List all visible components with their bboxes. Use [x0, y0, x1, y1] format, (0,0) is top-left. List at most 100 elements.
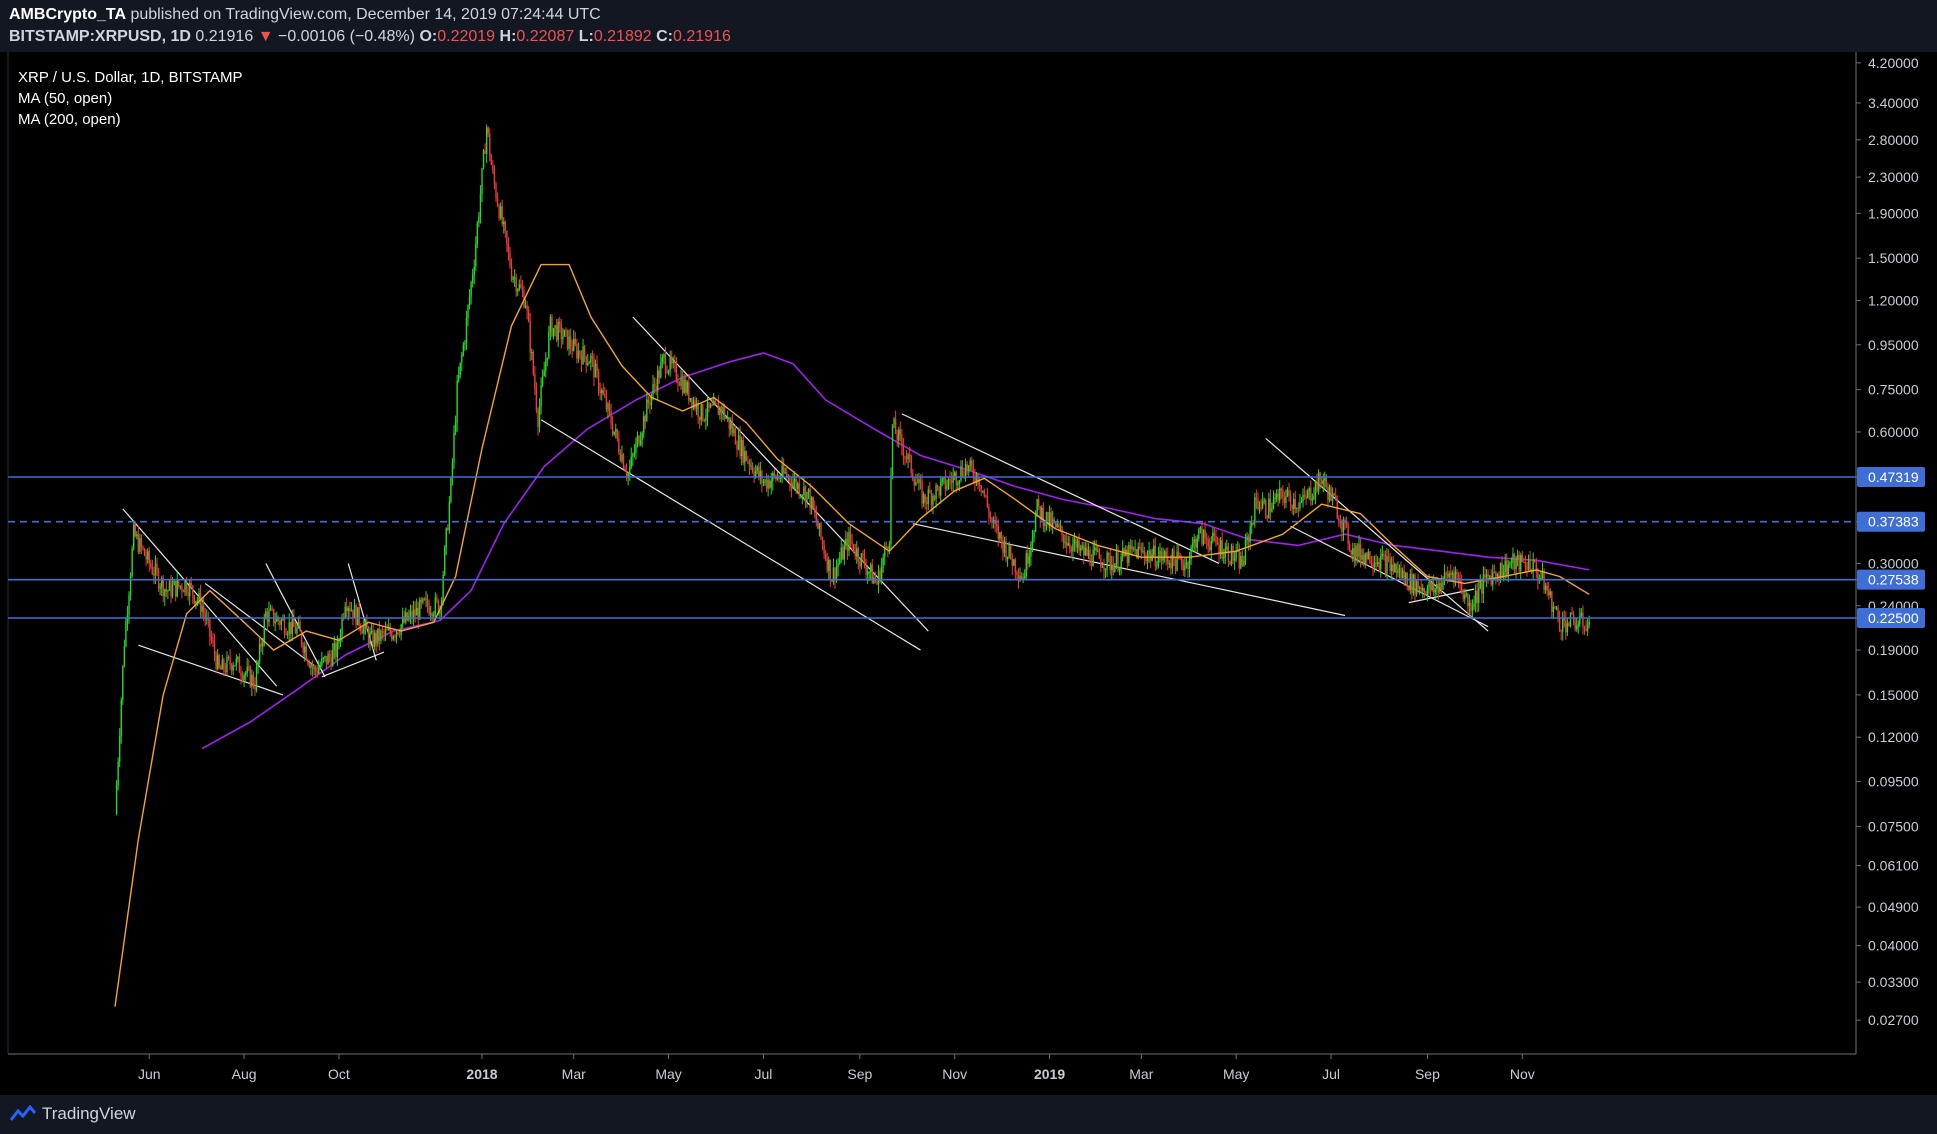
- legend-ma50[interactable]: MA (50, open): [18, 90, 112, 107]
- candle-body-663: [1146, 555, 1149, 562]
- candle-body-366: [685, 379, 687, 393]
- candle-body-413: [758, 466, 760, 477]
- candle-body-827: [1401, 570, 1404, 579]
- candle-body-350: [660, 362, 662, 378]
- candle-body-393: [726, 417, 729, 419]
- candle-body-101: [272, 608, 275, 624]
- candle-body-572: [1005, 541, 1007, 560]
- x-tick-label-8: Nov: [942, 1066, 967, 1082]
- candle-body-549: [969, 460, 971, 466]
- candle-body-708: [1216, 542, 1219, 545]
- candle-body-896: [1509, 563, 1511, 565]
- candle-body-845: [1429, 581, 1432, 591]
- candle-body-246: [498, 205, 500, 219]
- candle-body-922: [1549, 591, 1551, 596]
- candle-body-646: [1120, 556, 1122, 568]
- candle-body-320: [613, 431, 615, 435]
- candle-body-815: [1383, 553, 1385, 556]
- candle-body-888: [1496, 574, 1499, 577]
- price-chart[interactable]: 4.20000 3.40000 2.80000 2.30000 1.90000 1.500…: [0, 0, 1937, 1134]
- candle-body-120: [302, 644, 304, 653]
- candle-body-82: [243, 674, 245, 680]
- candle-body-933: [1566, 622, 1569, 633]
- candle-body-97: [266, 611, 269, 623]
- candle-body-652: [1129, 544, 1132, 550]
- x-tick-label-2: Oct: [328, 1066, 350, 1082]
- candle-body-464: [837, 563, 839, 567]
- candle-body-229: [471, 275, 474, 283]
- candle-body-470: [846, 538, 849, 552]
- candle-body-383: [711, 404, 713, 406]
- candle-body-493: [882, 556, 884, 566]
- tradingview-logo-icon[interactable]: [10, 1105, 36, 1123]
- candle-body-444: [806, 491, 808, 503]
- candle-body-341: [646, 399, 648, 422]
- candle-body-576: [1011, 558, 1013, 566]
- candle-body-639: [1109, 556, 1111, 571]
- candle-body-901: [1516, 555, 1519, 559]
- candle-body-619: [1078, 540, 1080, 551]
- candle-body-112: [290, 622, 292, 634]
- candle-body-414: [759, 471, 762, 477]
- candle-body-535: [947, 479, 950, 486]
- candle-body-822: [1394, 563, 1396, 572]
- candle-body-466: [840, 547, 842, 560]
- candle-body-567: [997, 525, 999, 539]
- candle-body-277: [546, 357, 549, 361]
- candle-body-672: [1160, 550, 1163, 561]
- candle-body-55: [201, 605, 203, 612]
- time-axis[interactable]: [0, 1054, 1856, 1095]
- candle-body-584: [1023, 575, 1026, 578]
- candle-body-272: [538, 405, 541, 428]
- candle-body-342: [647, 399, 650, 404]
- candle-body-420: [768, 480, 771, 488]
- candle-body-402: [740, 440, 743, 456]
- candle-body-749: [1280, 488, 1282, 491]
- candle-body-367: [686, 381, 688, 393]
- candle-body-891: [1501, 562, 1503, 578]
- candle-body-111: [288, 622, 290, 634]
- candle-body-196: [420, 599, 423, 603]
- candle-body-158: [361, 630, 363, 634]
- candle-body-463: [835, 566, 838, 580]
- candle-body-610: [1064, 542, 1066, 544]
- candle-body-359: [674, 361, 676, 364]
- candle-body-738: [1263, 500, 1265, 502]
- candle-body-679: [1171, 549, 1174, 569]
- candle-body-862: [1456, 570, 1458, 575]
- candle-body-202: [429, 613, 432, 615]
- candle-body-893: [1504, 560, 1506, 573]
- candle-body-40: [178, 579, 180, 587]
- candle-body-687: [1184, 565, 1186, 571]
- candle-body-554: [977, 474, 979, 485]
- candle-body-903: [1520, 555, 1522, 571]
- candle-body-562: [989, 516, 992, 518]
- candle-body-98: [268, 610, 270, 623]
- candle-body-285: [559, 321, 561, 325]
- candle-body-397: [733, 429, 735, 434]
- candle-body-796: [1353, 548, 1356, 561]
- candle-body-640: [1111, 564, 1113, 571]
- candle-body-631: [1097, 550, 1099, 552]
- candle-body-501: [894, 418, 897, 434]
- legend-ma200[interactable]: MA (200, open): [18, 111, 121, 128]
- candle-body-688: [1185, 562, 1188, 566]
- candle-body-351: [661, 357, 664, 363]
- candle-body-19: [145, 555, 147, 560]
- candle-body-138: [330, 657, 332, 667]
- candle-body-682: [1176, 551, 1178, 571]
- legend-title[interactable]: XRP / U.S. Dollar, 1D, BITSTAMP: [18, 69, 243, 86]
- candle-body-740: [1266, 516, 1268, 518]
- candle-body-125: [310, 664, 312, 668]
- candle-body-334: [635, 442, 637, 453]
- tradingview-brand[interactable]: TradingView: [42, 1104, 136, 1124]
- candle-body-700: [1204, 529, 1206, 539]
- candle-body-943: [1582, 612, 1584, 627]
- candle-body-234: [479, 193, 482, 217]
- chart-pane[interactable]: [0, 52, 1856, 1054]
- candle-body-136: [327, 653, 329, 665]
- candle-body-17: [142, 546, 144, 549]
- candle-body-757: [1293, 499, 1295, 510]
- candle-body-244: [495, 183, 497, 199]
- candle-body-732: [1254, 497, 1256, 524]
